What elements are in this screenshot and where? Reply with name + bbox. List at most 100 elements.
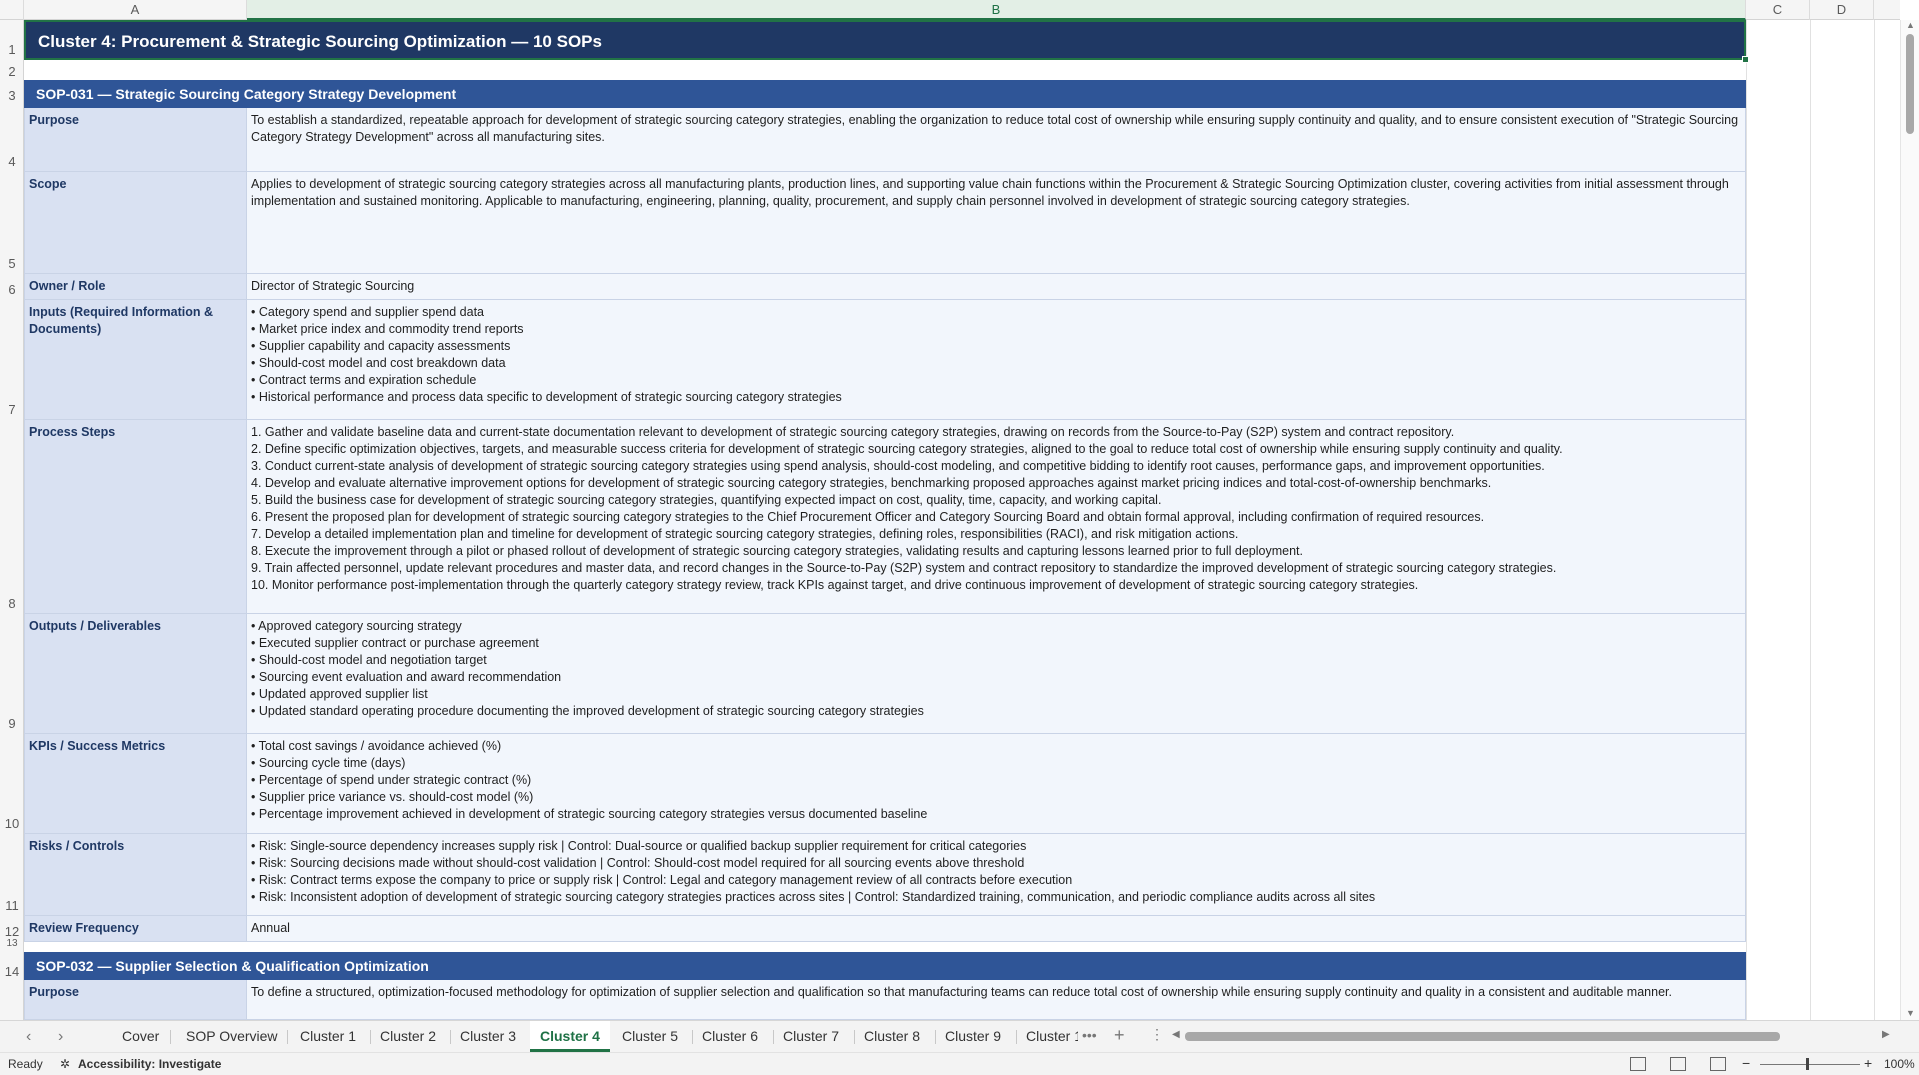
steps-value[interactable]: 1. Gather and validate baseline data and… xyxy=(247,420,1746,613)
tab-cluster-3[interactable]: Cluster 3 xyxy=(450,1021,526,1052)
add-sheet-icon[interactable]: + xyxy=(1114,1025,1125,1046)
sop-scope-row[interactable]: Scope Applies to development of strategi… xyxy=(24,172,1746,274)
sop-outputs-row[interactable]: Outputs / Deliverables • Approved catego… xyxy=(24,614,1746,734)
inputs-value[interactable]: • Category spend and supplier spend data… xyxy=(247,300,1746,419)
list-item: • Historical performance and process dat… xyxy=(251,390,842,404)
tab-cluster-2[interactable]: Cluster 2 xyxy=(370,1021,446,1052)
tab-cluster-7[interactable]: Cluster 7 xyxy=(773,1021,849,1052)
tab-cover[interactable]: Cover xyxy=(112,1021,169,1052)
sop-header-cell[interactable]: SOP-031 — Strategic Sourcing Category St… xyxy=(24,80,1746,108)
page-break-view-icon[interactable] xyxy=(1710,1057,1726,1071)
list-item: • Market price index and commodity trend… xyxy=(251,322,524,336)
risks-value[interactable]: • Risk: Single-source dependency increas… xyxy=(247,834,1746,915)
scope-value[interactable]: Applies to development of strategic sour… xyxy=(247,172,1746,273)
sop-review-row[interactable]: Review Frequency Annual xyxy=(24,916,1746,942)
outputs-value[interactable]: • Approved category sourcing strategy • … xyxy=(247,614,1746,733)
fill-handle[interactable] xyxy=(1742,56,1749,63)
worksheet-grid[interactable]: Cluster 4: Procurement & Strategic Sourc… xyxy=(24,20,1900,1020)
steps-label: Process Steps xyxy=(24,420,247,613)
row-number[interactable]: 3 xyxy=(0,88,23,103)
purpose-value[interactable]: To establish a standardized, repeatable … xyxy=(247,108,1746,171)
row-number[interactable]: 5 xyxy=(0,256,23,271)
list-item: • Category spend and supplier spend data xyxy=(251,305,485,319)
sheet-tab-bar: ‹ › Cover SOP Overview Cluster 1 Cluster… xyxy=(0,1020,1919,1052)
hscroll-left-icon[interactable]: ◀ xyxy=(1172,1029,1180,1040)
list-item: • Sourcing event evaluation and award re… xyxy=(251,670,562,684)
sop-purpose-row[interactable]: Purpose To define a structured, optimiza… xyxy=(24,980,1746,1020)
tab-next-icon[interactable]: › xyxy=(58,1028,63,1046)
column-header-c[interactable]: C xyxy=(1746,0,1810,20)
list-item: 1. Gather and validate baseline data and… xyxy=(251,425,1455,439)
row-number[interactable]: 13 xyxy=(0,938,23,949)
row-number[interactable]: 7 xyxy=(0,402,23,417)
list-item: 8. Execute the improvement through a pil… xyxy=(251,544,1303,558)
sop-header-cell[interactable]: SOP-032 — Supplier Selection & Qualifica… xyxy=(24,952,1746,980)
kpis-value[interactable]: • Total cost savings / avoidance achieve… xyxy=(247,734,1746,833)
select-all-corner[interactable] xyxy=(0,0,24,20)
page-layout-view-icon[interactable] xyxy=(1670,1057,1686,1071)
review-value[interactable]: Annual xyxy=(247,916,1746,941)
scroll-down-icon[interactable]: ▼ xyxy=(1906,1008,1915,1018)
tab-cluster-6[interactable]: Cluster 6 xyxy=(692,1021,768,1052)
tab-separator xyxy=(287,1030,288,1044)
hscroll-right-icon[interactable]: ▶ xyxy=(1882,1029,1890,1040)
sop-kpis-row[interactable]: KPIs / Success Metrics • Total cost savi… xyxy=(24,734,1746,834)
tab-prev-icon[interactable]: ‹ xyxy=(26,1028,31,1046)
cluster-title-cell[interactable]: Cluster 4: Procurement & Strategic Sourc… xyxy=(24,20,1746,60)
sop-purpose-row[interactable]: Purpose To establish a standardized, rep… xyxy=(24,108,1746,172)
tab-cluster-10[interactable]: Cluster 1 xyxy=(1016,1021,1078,1052)
gridline xyxy=(1810,20,1811,1020)
row-number[interactable]: 14 xyxy=(0,964,23,979)
row-number[interactable]: 4 xyxy=(0,154,23,169)
list-item: 10. Monitor performance post-implementat… xyxy=(251,578,1419,592)
tab-cluster-9[interactable]: Cluster 9 xyxy=(935,1021,1011,1052)
scrollbar-thumb[interactable] xyxy=(1906,34,1914,134)
row-number[interactable]: 10 xyxy=(0,816,23,831)
scope-text: Applies to development of strategic sour… xyxy=(251,177,1729,208)
sop-owner-row[interactable]: Owner / Role Director of Strategic Sourc… xyxy=(24,274,1746,300)
row-number[interactable]: 11 xyxy=(0,898,23,913)
accessibility-icon[interactable]: ✲ xyxy=(60,1057,70,1071)
sop-inputs-row[interactable]: Inputs (Required Information & Documents… xyxy=(24,300,1746,420)
kpis-label: KPIs / Success Metrics xyxy=(24,734,247,833)
row-number[interactable]: 6 xyxy=(0,282,23,297)
zoom-in-icon[interactable]: + xyxy=(1864,1055,1872,1071)
column-header-a[interactable]: A xyxy=(24,0,247,20)
list-item: • Risk: Contract terms expose the compan… xyxy=(251,873,1073,887)
row-number[interactable]: 9 xyxy=(0,716,23,731)
list-item: • Percentage of spend under strategic co… xyxy=(251,773,532,787)
tab-cluster-8[interactable]: Cluster 8 xyxy=(854,1021,930,1052)
tab-cluster-5[interactable]: Cluster 5 xyxy=(612,1021,688,1052)
tab-cluster-4[interactable]: Cluster 4 xyxy=(530,1021,610,1052)
purpose-value[interactable]: To define a structured, optimization-foc… xyxy=(247,980,1746,1019)
sop-steps-row[interactable]: Process Steps 1. Gather and validate bas… xyxy=(24,420,1746,614)
accessibility-status[interactable]: Accessibility: Investigate xyxy=(78,1057,221,1071)
risks-label: Risks / Controls xyxy=(24,834,247,915)
row-number[interactable]: 12 xyxy=(0,924,23,939)
more-tabs-icon[interactable]: ••• xyxy=(1082,1027,1097,1043)
tab-sop-overview[interactable]: SOP Overview xyxy=(176,1021,288,1052)
list-item: 3. Conduct current-state analysis of dev… xyxy=(251,459,1545,473)
owner-value[interactable]: Director of Strategic Sourcing xyxy=(247,274,1746,299)
sop-risks-row[interactable]: Risks / Controls • Risk: Single-source d… xyxy=(24,834,1746,916)
column-header-b[interactable]: B xyxy=(247,0,1746,20)
zoom-level[interactable]: 100% xyxy=(1884,1057,1915,1071)
zoom-slider-thumb[interactable] xyxy=(1806,1058,1809,1070)
zoom-out-icon[interactable]: − xyxy=(1742,1055,1750,1071)
horizontal-scrollbar-thumb[interactable] xyxy=(1185,1032,1780,1041)
normal-view-icon[interactable] xyxy=(1630,1057,1646,1071)
list-item: • Percentage improvement achieved in dev… xyxy=(251,807,928,821)
sheet-options-icon[interactable]: ⋮ xyxy=(1150,1026,1164,1043)
row-number[interactable]: 1 xyxy=(0,42,23,57)
tab-cluster-1[interactable]: Cluster 1 xyxy=(290,1021,366,1052)
list-item: 2. Define specific optimization objectiv… xyxy=(251,442,1563,456)
zoom-slider[interactable] xyxy=(1760,1064,1860,1065)
row-number[interactable]: 8 xyxy=(0,596,23,611)
column-header-d[interactable]: D xyxy=(1810,0,1874,20)
scroll-up-icon[interactable]: ▲ xyxy=(1906,20,1915,30)
row-number[interactable]: 2 xyxy=(0,64,23,79)
vertical-scrollbar[interactable]: ▲ ▼ xyxy=(1900,20,1919,1020)
purpose-label: Purpose xyxy=(24,980,247,1019)
scope-label: Scope xyxy=(24,172,247,273)
list-item: 4. Develop and evaluate alternative impr… xyxy=(251,476,1492,490)
